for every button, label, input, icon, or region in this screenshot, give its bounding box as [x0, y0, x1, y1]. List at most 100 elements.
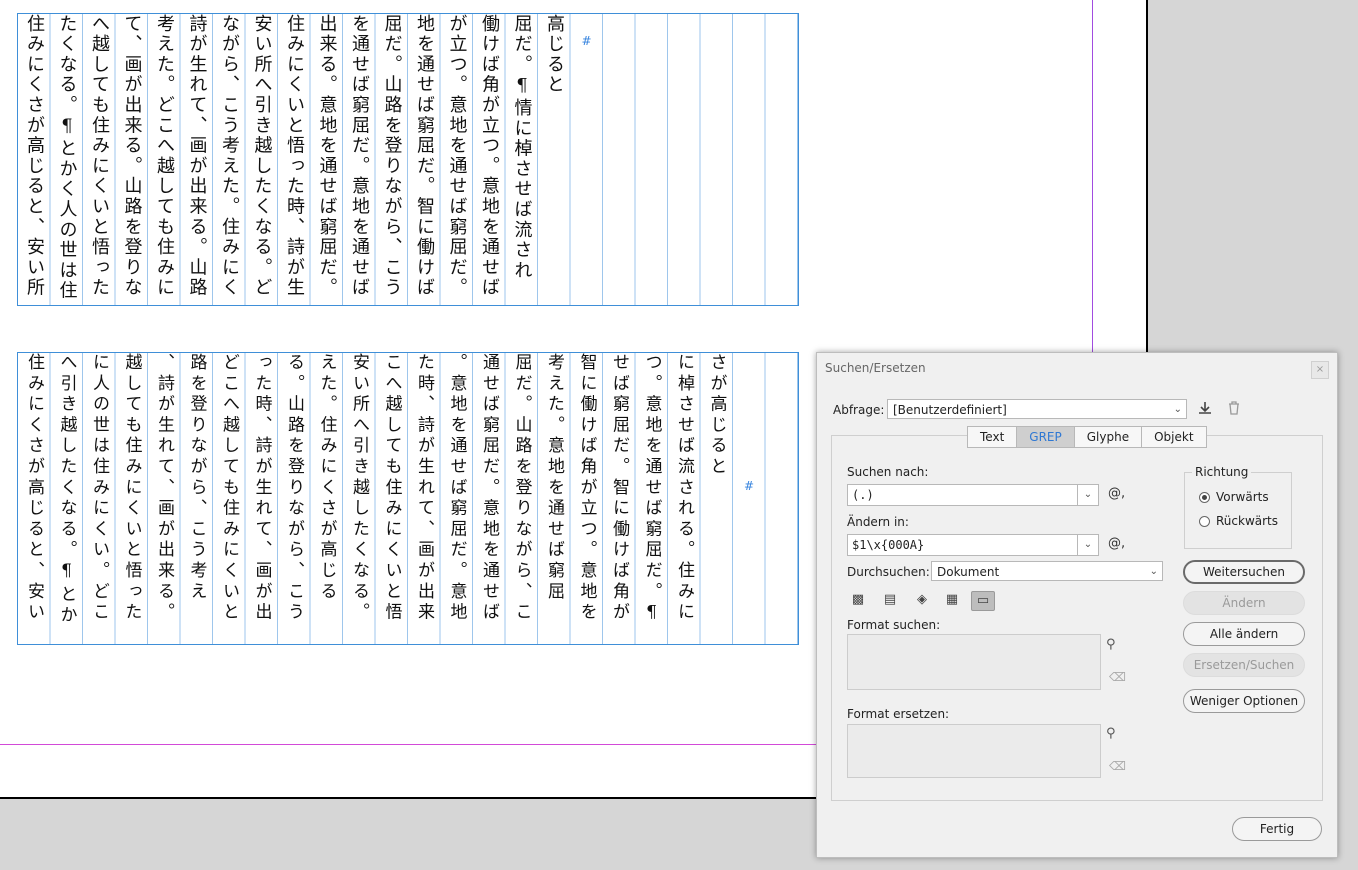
text-column: った時、詩が生れて、画が出来 [251, 353, 272, 624]
text-column: 屈だ。山路を登りながら、こう考えた。意 [381, 14, 403, 299]
text-frame-2[interactable]: 住みにくさが高じると、安い所へ引き越したくなる。¶とかくに人の世は住みにくい。ど… [17, 352, 799, 645]
tab-glyph[interactable]: Glyphe [1075, 427, 1143, 447]
text-column: 通せば窮屈だ。意地を通せば窮 [479, 353, 499, 624]
query-value: [Benutzerdefiniert] [893, 403, 1007, 417]
direction-group [1184, 472, 1292, 549]
master-pages-icon[interactable]: ▦ [941, 591, 963, 609]
chevron-down-icon[interactable]: ⌄ [1077, 535, 1098, 555]
tab-grep[interactable]: GREP [1017, 427, 1075, 447]
format-search-label: Format suchen: [847, 618, 941, 632]
text-column: る。山路を登りながら、こう考 [284, 353, 304, 624]
footnotes-icon[interactable]: ▭ [971, 591, 995, 611]
text-column: 安い所へ引き越したくなる。ど [349, 353, 369, 624]
change-find-button[interactable]: Ersetzen/Suchen [1183, 653, 1305, 677]
text-column: さが高じると [706, 353, 727, 478]
search-mode-tabs: Text GREP Glyphe Objekt [967, 426, 1207, 448]
text-column: 考えた。意地を通せば窮屈だ。 [544, 353, 564, 603]
text-column: 詩が生れて、画が出来る。山路を登り [186, 14, 208, 299]
text-column: えた。住みにくさが高じると、 [316, 353, 337, 603]
text-column: に棹させば流される。住みにく [674, 353, 694, 624]
done-button[interactable]: Fertig [1232, 817, 1322, 841]
text-column: せば窮屈だ。智に働けば角が立 [609, 353, 629, 624]
search-input[interactable]: (.) ⌄ [847, 484, 1099, 506]
tab-text[interactable]: Text [968, 427, 1018, 447]
close-icon[interactable]: × [1311, 361, 1329, 379]
text-column: 働けば角が立つ。意地を通せば窮 [479, 14, 500, 299]
text-column: 、詩が生れて、画が出来る。山 [154, 353, 174, 624]
change-all-button[interactable]: Alle ändern [1183, 622, 1305, 646]
locked-stories-icon[interactable]: ▤ [879, 591, 901, 609]
dialog-title: Suchen/Ersetzen [825, 361, 926, 375]
text-column: に人の世は住みにくい。どこへ [89, 353, 109, 624]
format-search-icon[interactable]: ⚲ [1106, 726, 1116, 741]
scope-select[interactable]: Dokument ⌄ [931, 561, 1163, 581]
save-query-icon[interactable] [1197, 400, 1213, 420]
text-column: を通せば窮屈だ。意地を通せば窮 [349, 14, 370, 299]
text-column: 高じると [544, 14, 565, 96]
radio-dot-checked [1199, 491, 1210, 503]
replace-value: $1\x{000A} [852, 538, 925, 552]
end-of-story-mark: # [579, 34, 594, 51]
text-column: 智に働けば角が立つ。意地を通 [576, 353, 597, 624]
special-chars-icon[interactable]: @, [1108, 486, 1125, 501]
radio-backward-label: Rückwärts [1216, 514, 1279, 528]
change-button[interactable]: Ändern [1183, 591, 1305, 615]
text-column: ながら、こう考えた。住みにくさが高じると、 [219, 14, 240, 299]
special-chars-icon[interactable]: @, [1108, 536, 1125, 551]
text-column: へ引き越したくなる。¶とかく [56, 353, 77, 627]
fewer-options-button[interactable]: Weniger Optionen [1183, 689, 1305, 713]
scope-label: Durchsuchen: [847, 565, 930, 579]
hidden-layers-icon[interactable]: ◈ [911, 591, 933, 609]
text-column: どこへ越しても住みにくいと悟 [219, 353, 239, 624]
margin-guide-horizontal [0, 744, 820, 745]
replace-label: Ändern in: [847, 515, 909, 529]
format-replace-box[interactable] [847, 724, 1101, 778]
format-search-icon[interactable]: ⚲ [1106, 637, 1116, 652]
text-column: が立つ。意地を通せば窮屈だ。智に [446, 14, 468, 299]
text-column: 住みにくさが高じると、安い所へ引き越し [24, 14, 45, 299]
replace-input[interactable]: $1\x{000A} ⌄ [847, 534, 1099, 556]
text-column: へ越しても住みにくいと悟った時、詩が生れ [89, 14, 110, 299]
text-column: 路を登りながら、こう考えた。 [186, 353, 207, 603]
radio-forward[interactable]: Vorwärts [1199, 490, 1269, 504]
query-select[interactable]: [Benutzerdefiniert] ⌄ [887, 399, 1187, 419]
find-next-button[interactable]: Weitersuchen [1183, 560, 1305, 584]
trash-icon[interactable]: ⌫ [1109, 759, 1126, 773]
text-column: 住みにくいと悟った時、詩が生れて、画が [284, 14, 305, 299]
text-column: 越しても住みにくいと悟った時 [121, 353, 142, 624]
text-column: 地を通せば窮屈だ。智に働けば角 [414, 14, 435, 299]
text-column: 住みにくさが高じると、安い所 [24, 353, 44, 624]
chevron-down-icon[interactable]: ⌄ [1077, 485, 1098, 505]
text-column: 屈だ。¶情に棹させば流される。住みにくさが [511, 14, 533, 281]
text-column: 屈だ。山路を登りながら、こう [511, 353, 532, 624]
trash-icon[interactable]: ⌫ [1109, 670, 1126, 684]
chevron-down-icon: ⌄ [1173, 404, 1182, 415]
direction-label: Richtung [1192, 465, 1252, 479]
format-replace-label: Format ersetzen: [847, 707, 950, 721]
radio-forward-label: Vorwärts [1216, 490, 1269, 504]
text-column: 出来る。意地を通せば窮屈だ。意地 [316, 14, 338, 299]
end-of-story-mark: # [742, 479, 756, 497]
format-search-box[interactable] [847, 634, 1101, 690]
radio-backward[interactable]: Rückwärts [1199, 514, 1278, 528]
text-column: た時、詩が生れて、画が出来る [414, 353, 434, 624]
chevron-down-icon: ⌄ [1149, 566, 1158, 577]
text-column: こへ越しても住みにくいと悟っ [381, 353, 402, 624]
text-column: たくなる。¶とかく人の世は住みにくい。どこ [56, 14, 78, 302]
search-value: (.) [852, 488, 874, 502]
radio-dot [1199, 515, 1210, 527]
find-replace-dialog: Suchen/Ersetzen × Abfrage: [Benutzerdefi… [816, 352, 1338, 858]
text-column: て、画が出来る。山路を登りながら、こう [121, 14, 143, 299]
scope-value: Dokument [937, 565, 1000, 579]
margin-guide-vertical [1092, 0, 1093, 360]
text-column: 安い所へ引き越したくなる。どこへ越しても [251, 14, 273, 299]
text-frame-1[interactable]: 住みにくさが高じると、安い所へ引き越したくなる。¶とかく人の世は住みにくい。どこ… [17, 13, 799, 306]
locked-layers-icon[interactable]: ▩ [847, 591, 869, 609]
delete-query-icon[interactable] [1227, 400, 1241, 420]
text-column: 。意地を通せば窮屈だ。意地を [446, 353, 467, 624]
text-column: 考えた。どこへ越しても住みにくいと悟った時、 [154, 14, 175, 299]
text-column: つ。意地を通せば窮屈だ。¶情 [641, 353, 662, 627]
query-label: Abfrage: [833, 403, 885, 417]
tab-object[interactable]: Objekt [1142, 427, 1205, 447]
search-label: Suchen nach: [847, 465, 929, 479]
